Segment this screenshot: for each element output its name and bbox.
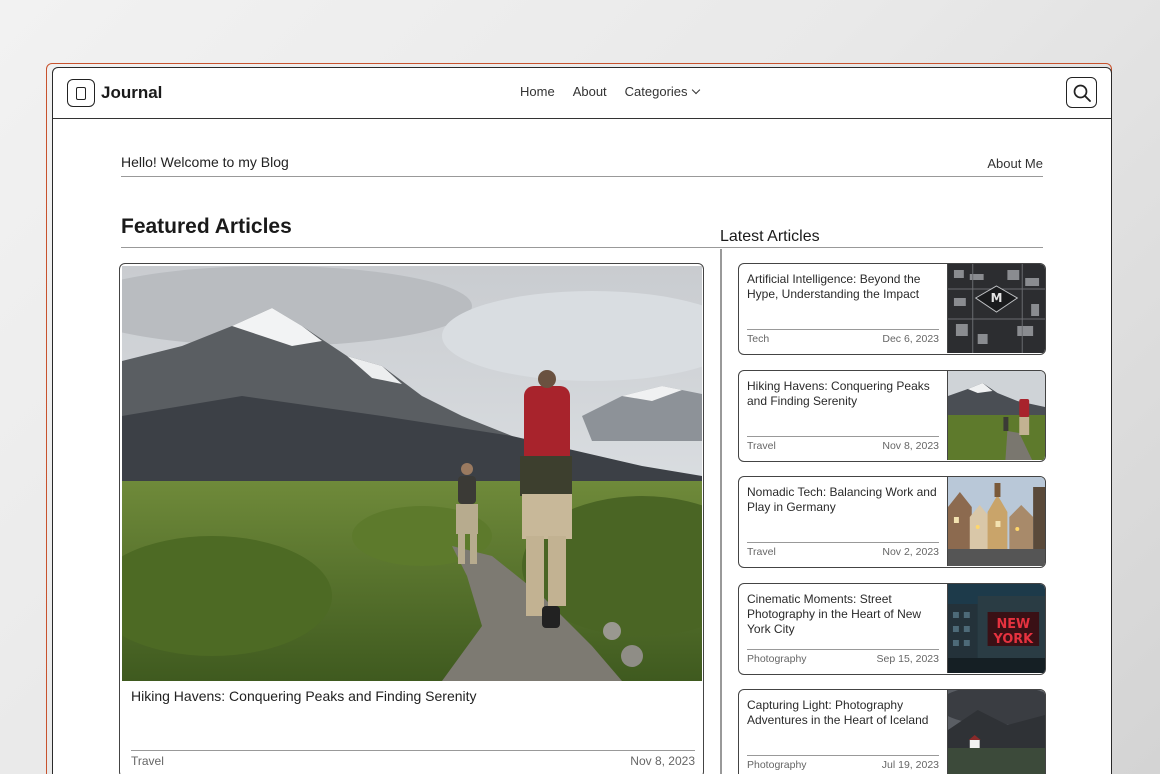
iceland-landscape-image bbox=[947, 690, 1045, 774]
featured-article-card[interactable]: Hiking Havens: Conquering Peaks and Find… bbox=[119, 263, 704, 774]
latest-article-card[interactable]: Artificial Intelligence: Beyond the Hype… bbox=[738, 263, 1046, 355]
navbar: Journal Home About Categories bbox=[53, 68, 1111, 119]
svg-text:YORK: YORK bbox=[993, 631, 1035, 646]
latest-article-date: Jul 19, 2023 bbox=[881, 759, 939, 771]
hikers-mountains-image bbox=[947, 370, 1045, 460]
column-divider bbox=[720, 249, 722, 774]
latest-article-meta: Photography Sep 15, 2023 bbox=[747, 648, 939, 665]
featured-heading-text: Featured Articles bbox=[121, 215, 292, 238]
latest-article-title: Cinematic Moments: Street Photography in… bbox=[747, 591, 922, 636]
latest-article-card[interactable]: Cinematic Moments: Street Photography in… bbox=[738, 582, 1046, 675]
main-nav: Home About Categories bbox=[520, 84, 700, 99]
latest-article-date: Nov 2, 2023 bbox=[882, 546, 939, 558]
latest-article-date: Nov 8, 2023 bbox=[882, 439, 939, 452]
latest-article-category: Tech bbox=[747, 333, 770, 345]
hikers-mountains-image bbox=[120, 266, 703, 681]
featured-article-date: Nov 8, 2023 bbox=[630, 754, 695, 768]
latest-article-date: Dec 6, 2023 bbox=[882, 333, 939, 345]
svg-text:NEW: NEW bbox=[996, 616, 1030, 631]
svg-text:M: M bbox=[991, 291, 1003, 305]
latest-heading: Latest Articles bbox=[720, 228, 1043, 248]
browser-window: Journal Home About Categories Hello! Wel… bbox=[52, 67, 1112, 774]
latest-article-meta: Photography Jul 19, 2023 bbox=[747, 755, 939, 771]
nav-home[interactable]: Home bbox=[520, 84, 555, 99]
latest-article-category: Travel bbox=[747, 546, 776, 558]
about-me-link[interactable]: About Me bbox=[987, 156, 1043, 171]
german-town-street-image bbox=[947, 477, 1045, 566]
latest-article-category: Photography bbox=[747, 759, 807, 771]
latest-article-title: Artificial Intelligence: Beyond the Hype… bbox=[747, 272, 921, 301]
welcome-bar: Hello! Welcome to my Blog About Me bbox=[121, 154, 1043, 177]
welcome-text: Hello! Welcome to my Blog bbox=[121, 154, 289, 170]
chevron-down-icon bbox=[691, 85, 700, 95]
featured-article-meta: Travel Nov 8, 2023 bbox=[131, 750, 695, 768]
search-button[interactable] bbox=[1066, 77, 1097, 108]
latest-article-meta: Travel Nov 2, 2023 bbox=[747, 542, 939, 558]
latest-heading-text: Latest Articles bbox=[720, 228, 820, 245]
latest-articles-list: Artificial Intelligence: Beyond the Hype… bbox=[738, 263, 1046, 774]
latest-article-card[interactable]: Nomadic Tech: Balancing Work and Play in… bbox=[738, 476, 1046, 568]
latest-article-title: Capturing Light: Photography Adventures … bbox=[747, 698, 929, 727]
featured-article-category: Travel bbox=[131, 754, 164, 768]
featured-article-title: Hiking Havens: Conquering Peaks and Find… bbox=[131, 688, 477, 704]
nav-categories-dropdown[interactable]: Categories bbox=[624, 84, 700, 99]
featured-heading: Featured Articles bbox=[121, 215, 721, 248]
nav-categories-label: Categories bbox=[624, 84, 688, 99]
circuit-chip-image: M bbox=[947, 264, 1045, 353]
search-icon bbox=[1073, 84, 1091, 102]
latest-article-card[interactable]: Hiking Havens: Conquering Peaks and Find… bbox=[738, 369, 1046, 462]
brand-logo[interactable]: Journal bbox=[67, 79, 162, 107]
brand-name: Journal bbox=[101, 83, 163, 102]
latest-article-card[interactable]: Capturing Light: Photography Adventures … bbox=[738, 689, 1046, 774]
latest-article-date: Sep 15, 2023 bbox=[876, 652, 939, 665]
new-york-sign-image: NEW YORK bbox=[947, 583, 1045, 673]
latest-article-category: Photography bbox=[747, 652, 807, 665]
latest-article-meta: Travel Nov 8, 2023 bbox=[747, 435, 939, 452]
latest-article-title: Nomadic Tech: Balancing Work and Play in… bbox=[747, 485, 937, 514]
journal-icon bbox=[67, 79, 95, 107]
nav-about[interactable]: About bbox=[573, 84, 607, 99]
latest-article-meta: Tech Dec 6, 2023 bbox=[747, 329, 939, 345]
latest-article-category: Travel bbox=[747, 439, 776, 452]
latest-article-title: Hiking Havens: Conquering Peaks and Find… bbox=[747, 378, 930, 408]
